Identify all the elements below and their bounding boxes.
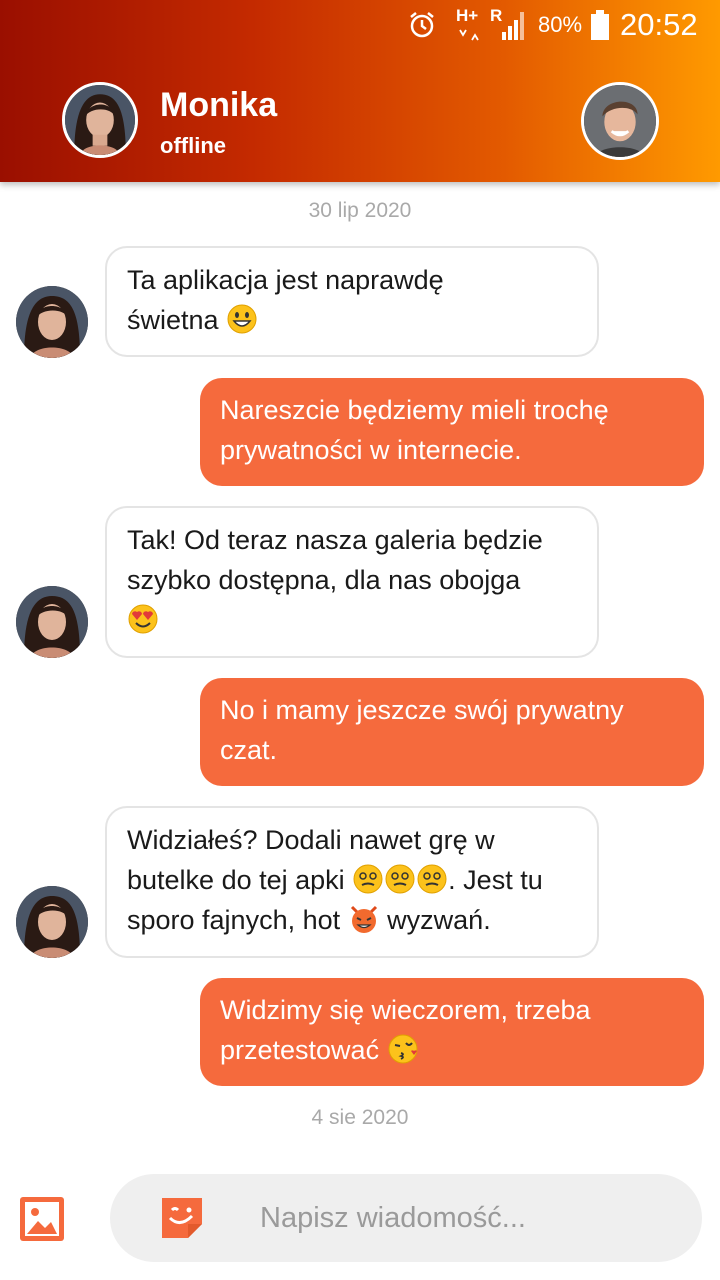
message-bubble-outgoing[interactable]: Nareszcie będziemy mieli trochę prywatno… bbox=[200, 378, 704, 486]
alarm-icon bbox=[407, 0, 443, 50]
date-separator: 4 sie 2020 bbox=[311, 1106, 409, 1129]
signal-icon: H+ R bbox=[454, 0, 530, 50]
battery-percent: 80% bbox=[538, 12, 583, 37]
contact-status: offline bbox=[160, 133, 226, 158]
message-text: No i mamy jeszcze swój prywatny czat. bbox=[220, 695, 624, 765]
contact-name: Monika bbox=[160, 86, 278, 124]
sender-avatar bbox=[16, 286, 88, 358]
devil-emoji-icon bbox=[348, 903, 380, 935]
status-bar: H+ R 80% 20:52 bbox=[0, 0, 720, 50]
image-icon[interactable] bbox=[18, 1195, 66, 1243]
message-input-container[interactable] bbox=[110, 1174, 702, 1262]
message-bubble-incoming[interactable]: Ta aplikacja jest naprawdę świetna bbox=[105, 246, 599, 357]
message-text: Ta aplikacja jest naprawdę bbox=[127, 265, 444, 295]
message-text: świetna bbox=[127, 305, 219, 335]
my-avatar[interactable] bbox=[581, 82, 659, 160]
dizzy-face-emoji-icon bbox=[416, 863, 448, 895]
message-composer bbox=[0, 1162, 720, 1280]
message-input[interactable] bbox=[260, 1196, 680, 1240]
heart-eyes-emoji-icon bbox=[127, 603, 159, 635]
message-bubble-outgoing[interactable]: Widzimy się wieczorem, trzeba przetestow… bbox=[200, 978, 704, 1086]
dizzy-face-emoji-icon bbox=[352, 863, 384, 895]
message-bubble-incoming[interactable]: Tak! Od teraz nasza galeria będzie szybk… bbox=[105, 506, 599, 658]
contact-avatar[interactable] bbox=[62, 82, 138, 158]
sender-avatar bbox=[16, 586, 88, 658]
message-text: Nareszcie będziemy mieli trochę prywatno… bbox=[220, 395, 609, 465]
chat-header: H+ R 80% 20:52 Monika offline bbox=[0, 0, 720, 182]
message-bubble-incoming[interactable]: Widziałeś? Dodali nawet grę w butelke do… bbox=[105, 806, 599, 958]
sender-avatar bbox=[16, 886, 88, 958]
message-text: Tak! Od teraz nasza galeria będzie szybk… bbox=[127, 525, 543, 595]
dizzy-face-emoji-icon bbox=[384, 863, 416, 895]
clock: 20:52 bbox=[620, 7, 698, 42]
grinning-emoji-icon bbox=[226, 303, 258, 335]
kiss-emoji-icon bbox=[387, 1033, 419, 1065]
battery-icon bbox=[590, 0, 610, 50]
date-separator: 30 lip 2020 bbox=[308, 199, 412, 222]
sticker-icon[interactable] bbox=[158, 1194, 206, 1242]
message-bubble-outgoing[interactable]: No i mamy jeszcze swój prywatny czat. bbox=[200, 678, 704, 786]
message-text: wyzwań. bbox=[387, 905, 491, 935]
